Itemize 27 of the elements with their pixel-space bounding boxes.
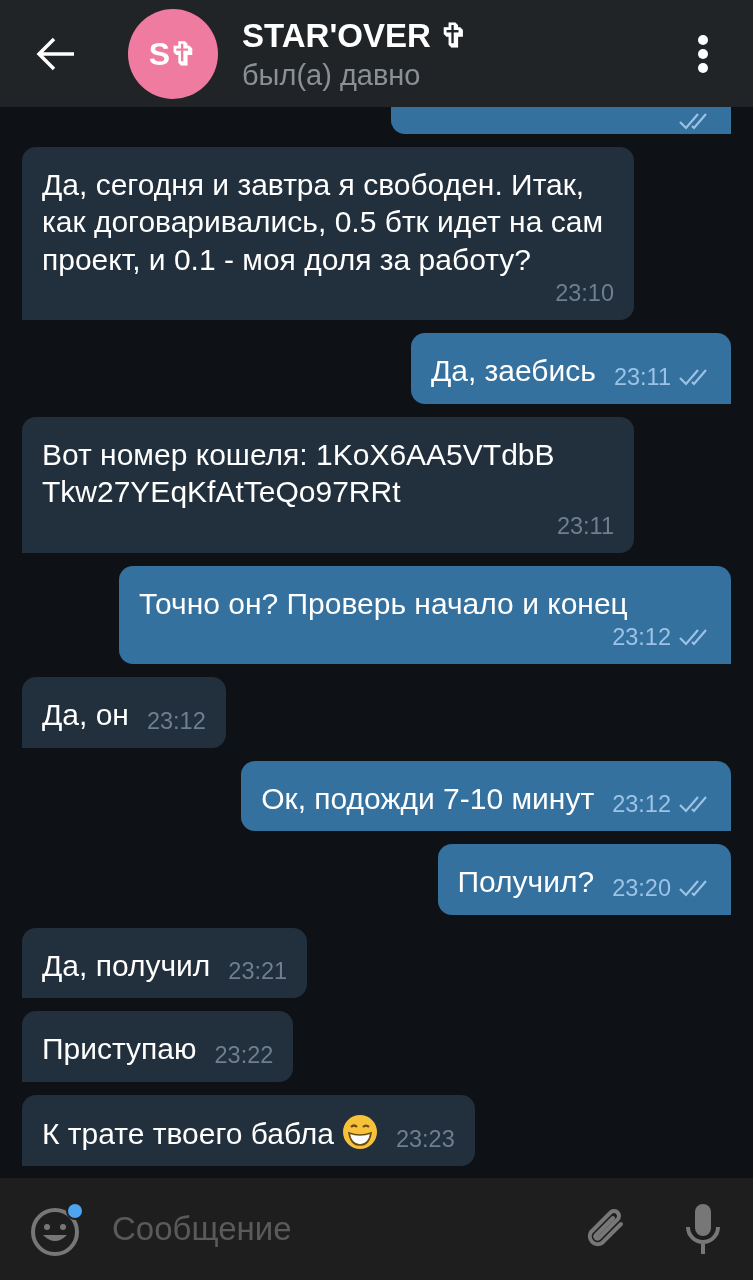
message-text: Ок, подожди 7-10 минут bbox=[261, 781, 595, 815]
message-text: Приступаю bbox=[42, 1032, 197, 1065]
message-time: 23:12 bbox=[146, 706, 206, 736]
message-time: 23:12 bbox=[612, 790, 671, 819]
message-time: 23:11 bbox=[613, 362, 671, 392]
message-text: Вот номер кошеля: 1KoX6AA5VTdbB Tkw27YEqKfAtTeQo97RRt bbox=[42, 437, 555, 508]
message-time: 23:22 bbox=[214, 1040, 274, 1070]
avatar[interactable]: S✞ bbox=[128, 8, 218, 99]
message-text: Да, он bbox=[42, 698, 129, 731]
emoji-button[interactable] bbox=[30, 1202, 84, 1256]
message-text: Точно он? Проверь начало и конец bbox=[139, 586, 628, 620]
message-text: Да, заебись bbox=[430, 354, 596, 387]
message-time: 23:12 bbox=[612, 623, 671, 652]
message-time: 23:10 bbox=[555, 279, 614, 308]
back-button[interactable] bbox=[36, 35, 76, 72]
message-time: 23:20 bbox=[612, 873, 671, 903]
last-seen-status: был(а) давно bbox=[242, 58, 421, 92]
message-text: К трате твоего бабла bbox=[42, 1116, 334, 1150]
message-text: Да, сегодня и завтра я свободен. Итак, как договаривались, 0.5 бтк идет на сам проект, и 0.1 - моя доля за работу? bbox=[42, 167, 603, 276]
message-text: Получил? bbox=[457, 865, 595, 898]
chat-title: STAR'OVER ✞ bbox=[242, 15, 468, 55]
message-time: 23:21 bbox=[228, 957, 288, 986]
menu-button[interactable] bbox=[697, 33, 709, 74]
message-text: Да, получил bbox=[42, 948, 211, 982]
message-time: 23:11 bbox=[556, 511, 614, 541]
message-time: 23:23 bbox=[395, 1125, 455, 1154]
microphone-button[interactable] bbox=[685, 1203, 721, 1255]
